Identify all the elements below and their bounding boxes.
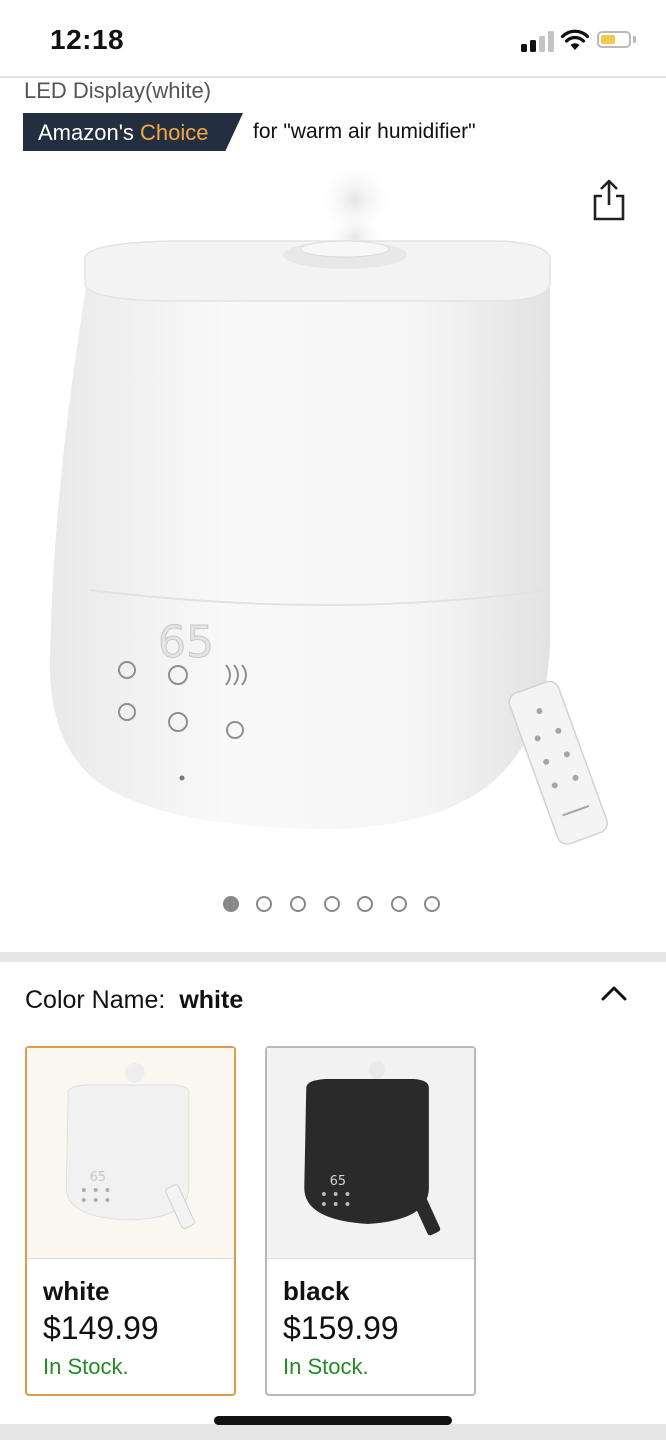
carousel-dot[interactable] (290, 896, 306, 912)
chevron-up-icon[interactable] (600, 982, 628, 1004)
color-option-black[interactable]: 65 black $159.99 In Stock. (265, 1046, 476, 1396)
battery-level-fill (601, 35, 615, 44)
option-price: $149.99 (43, 1310, 159, 1346)
black-humidifier-thumbnail: 65 (267, 1048, 474, 1259)
color-name-label: Color Name: (25, 986, 166, 1014)
option-name: black (283, 1276, 350, 1306)
badge-keyword[interactable]: for "warm air humidifier" (253, 120, 476, 144)
image-carousel-dots[interactable] (0, 896, 666, 916)
option-stock-status: In Stock. (43, 1354, 129, 1379)
carousel-dot[interactable] (256, 896, 272, 912)
carousel-dot[interactable] (391, 896, 407, 912)
display-digits: 65 (158, 617, 214, 668)
badge-text: Amazon's Choice (38, 120, 209, 146)
carousel-dot[interactable] (223, 896, 239, 912)
home-indicator[interactable] (214, 1416, 452, 1425)
carousel-dot[interactable] (324, 896, 340, 912)
battery-icon (597, 31, 631, 48)
option-price: $159.99 (283, 1310, 399, 1346)
status-time: 12:18 (50, 24, 125, 55)
badge-accent: Choice (140, 120, 209, 145)
bottom-separator (0, 1424, 666, 1440)
svg-text:65: 65 (90, 1170, 106, 1185)
status-bar: 12:18 (0, 0, 666, 76)
battery-tip (633, 36, 636, 43)
section-separator (0, 952, 666, 962)
amazons-choice-badge[interactable]: Amazon's Choice (23, 113, 243, 151)
share-icon[interactable] (590, 178, 628, 222)
product-title-fragment[interactable]: LED Display(white) (24, 78, 211, 104)
option-stock-status: In Stock. (283, 1354, 369, 1379)
color-option-white[interactable]: 65 white $149.99 In Stock. (25, 1046, 236, 1396)
white-humidifier-thumbnail: 65 (27, 1048, 234, 1259)
cellular-signal-icon (521, 30, 555, 52)
wifi-icon (560, 29, 590, 50)
option-name: white (43, 1276, 110, 1306)
selected-color-value: white (179, 986, 244, 1014)
color-name-heading: Color Name: white (25, 986, 243, 1015)
carousel-dot[interactable] (357, 896, 373, 912)
carousel-dot[interactable] (424, 896, 440, 912)
humidifier-product-image[interactable]: 65 (30, 165, 640, 865)
badge-prefix: Amazon's (38, 120, 141, 145)
svg-text:65: 65 (330, 1174, 346, 1189)
